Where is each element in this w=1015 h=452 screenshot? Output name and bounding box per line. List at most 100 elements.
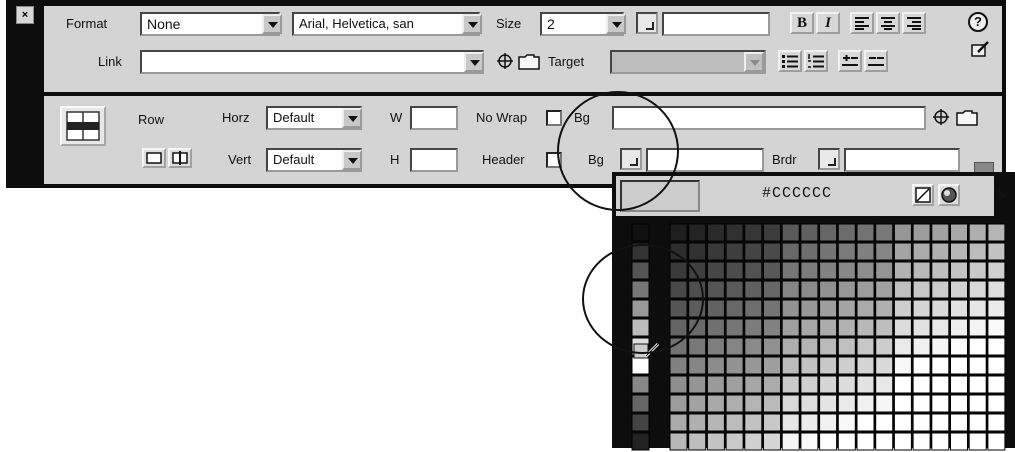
target-field[interactable] bbox=[610, 50, 766, 74]
color-picker-header: #CCCCCC bbox=[616, 176, 994, 216]
ordered-list-icon[interactable] bbox=[804, 50, 828, 72]
swatch-cell bbox=[725, 375, 744, 394]
align-center-icon[interactable] bbox=[876, 12, 900, 34]
swatch-cell bbox=[800, 242, 819, 261]
swatch-cell bbox=[744, 337, 763, 356]
w-field[interactable] bbox=[410, 106, 458, 130]
folder-icon[interactable] bbox=[518, 52, 540, 70]
bg-point-to-file-icon[interactable] bbox=[932, 108, 950, 126]
format-select[interactable]: None bbox=[140, 12, 280, 36]
swatch-cell bbox=[931, 242, 950, 261]
unordered-list-icon[interactable] bbox=[778, 50, 802, 72]
swatch-cell bbox=[688, 223, 707, 242]
swatch-cell bbox=[856, 261, 875, 280]
italic-icon[interactable]: I bbox=[816, 12, 840, 34]
indent-icon[interactable] bbox=[864, 50, 888, 72]
swatch-cell bbox=[968, 280, 987, 299]
swatch-cell bbox=[819, 432, 838, 451]
swatch-cell bbox=[987, 432, 1006, 451]
target-label: Target bbox=[548, 54, 585, 69]
swatch-cell bbox=[763, 356, 781, 375]
swatch-cell bbox=[706, 432, 725, 451]
swatch-cell bbox=[706, 299, 725, 318]
swatch-cell bbox=[950, 299, 968, 318]
swatch-cell bbox=[819, 375, 838, 394]
swatch-cell bbox=[912, 223, 931, 242]
swatch-cell bbox=[875, 318, 894, 337]
swatch-cell bbox=[706, 337, 725, 356]
swatch-cell bbox=[744, 261, 763, 280]
highlight-circle-eyedropper bbox=[582, 244, 704, 354]
swatch-cell bbox=[744, 432, 763, 451]
swatch-cell bbox=[912, 261, 931, 280]
align-right-icon[interactable] bbox=[902, 12, 926, 34]
font-dropdown-icon[interactable] bbox=[462, 14, 482, 34]
swatch-cell bbox=[987, 280, 1006, 299]
nowrap-checkbox[interactable] bbox=[546, 110, 562, 126]
swatch-cell bbox=[819, 413, 838, 432]
swatch-cell bbox=[819, 299, 838, 318]
split-cells-icon[interactable] bbox=[168, 148, 192, 168]
swatch-cell bbox=[706, 413, 725, 432]
swatch-cell bbox=[893, 413, 912, 432]
edit-icon[interactable] bbox=[970, 40, 990, 58]
point-to-file-icon[interactable] bbox=[496, 52, 514, 70]
bold-icon[interactable]: B bbox=[790, 12, 814, 34]
horz-dropdown-icon[interactable] bbox=[342, 108, 362, 128]
swatch-cell bbox=[781, 375, 800, 394]
swatch-cell bbox=[856, 223, 875, 242]
no-color-icon[interactable] bbox=[912, 184, 934, 206]
swatch-cell bbox=[912, 280, 931, 299]
header-label: Header bbox=[482, 152, 525, 167]
swatch-cell bbox=[781, 261, 800, 280]
size-dropdown-icon[interactable] bbox=[606, 14, 626, 34]
swatch-cell bbox=[781, 356, 800, 375]
swatch-cell bbox=[856, 299, 875, 318]
help-icon[interactable]: ? bbox=[968, 12, 988, 32]
target-dropdown-icon[interactable] bbox=[744, 52, 764, 72]
swatch-cell bbox=[987, 299, 1006, 318]
outdent-icon[interactable] bbox=[838, 50, 862, 72]
swatch-cell bbox=[688, 375, 707, 394]
swatch-cell bbox=[725, 242, 744, 261]
swatch-cell bbox=[987, 413, 1006, 432]
brdr-color-field[interactable] bbox=[844, 148, 960, 172]
popup-menu-arrow-icon[interactable] bbox=[998, 188, 1006, 202]
brdr-color-swatch[interactable] bbox=[818, 148, 840, 170]
swatch-cell bbox=[987, 337, 1006, 356]
merge-cells-icon[interactable] bbox=[142, 148, 166, 168]
format-dropdown-icon[interactable] bbox=[262, 14, 282, 34]
system-color-icon[interactable] bbox=[938, 184, 960, 206]
link-dropdown-icon[interactable] bbox=[464, 52, 484, 72]
panel-grip[interactable]: × bbox=[6, 0, 44, 188]
link-field[interactable] bbox=[140, 50, 484, 74]
h-field[interactable] bbox=[410, 148, 458, 172]
swatch-cell bbox=[763, 280, 781, 299]
swatch-cell bbox=[987, 261, 1006, 280]
swatch-cell bbox=[688, 356, 707, 375]
swatch-cell bbox=[819, 356, 838, 375]
swatch-cell bbox=[763, 432, 781, 451]
nowrap-label: No Wrap bbox=[476, 110, 528, 125]
text-color-swatch[interactable] bbox=[636, 12, 658, 34]
text-color-field[interactable] bbox=[662, 12, 770, 36]
swatch-cell bbox=[931, 413, 950, 432]
swatch-cell bbox=[837, 375, 856, 394]
swatch-cell bbox=[819, 280, 838, 299]
swatch-cell bbox=[744, 223, 763, 242]
swatch-cell bbox=[968, 394, 987, 413]
swatch-cell bbox=[781, 413, 800, 432]
swatch-cell bbox=[725, 318, 744, 337]
font-select[interactable]: Arial, Helvetica, san bbox=[292, 12, 480, 36]
swatch-cell bbox=[950, 261, 968, 280]
close-icon[interactable]: × bbox=[16, 6, 34, 24]
swatch-cell bbox=[631, 223, 650, 242]
bg-folder-icon[interactable] bbox=[956, 108, 978, 126]
swatch-cell bbox=[725, 280, 744, 299]
swatch-cell bbox=[893, 280, 912, 299]
swatch-cell bbox=[931, 299, 950, 318]
align-left-icon[interactable] bbox=[850, 12, 874, 34]
swatch-cell bbox=[744, 356, 763, 375]
vert-dropdown-icon[interactable] bbox=[342, 150, 362, 170]
swatch-cell bbox=[725, 356, 744, 375]
